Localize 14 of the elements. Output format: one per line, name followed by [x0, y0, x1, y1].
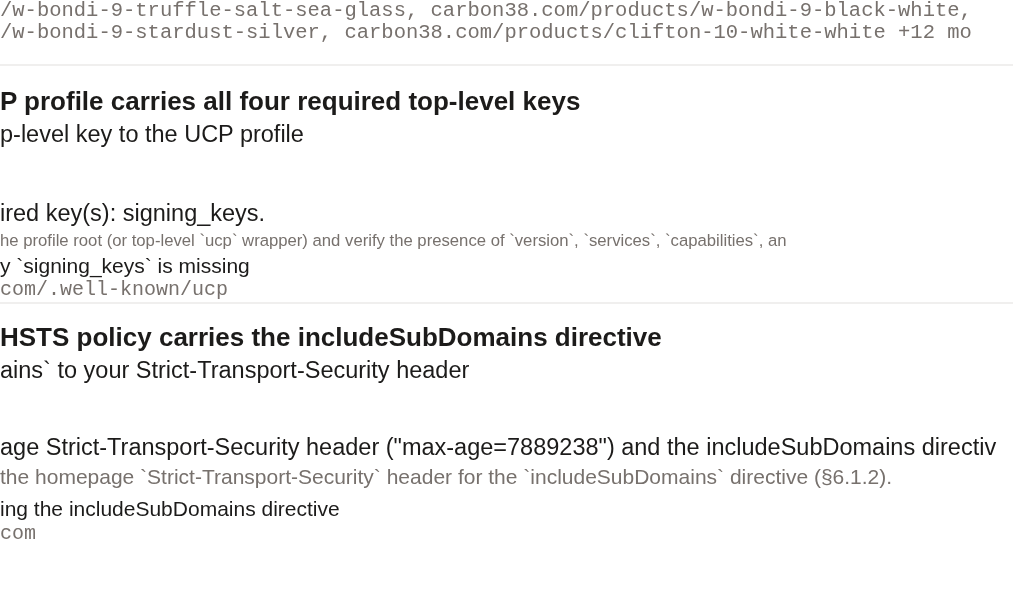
evidence-url-list: /w-bondi-9-stardust-silver, carbon38.com/products/clifton-10-white-white +12 mo — [0, 22, 1013, 44]
evidence-text: ing the includeSubDomains directive — [0, 496, 341, 522]
method-text: the homepage `Strict-Transport-Security` header for the `includeSubDomains` directive (§6.1.2). — [0, 464, 894, 490]
evidence-text: y `signing_keys` is missing — [0, 254, 251, 278]
fix-text: ains` to your Strict-Transport-Security header — [0, 356, 471, 385]
finding-text: age Strict-Transport-Security header ("max-age=7889238") and the includeSubDomains directiv — [0, 433, 998, 462]
fix-text: p-level key to the UCP profile — [0, 120, 305, 149]
location-url: com — [0, 522, 37, 546]
finding-text: ired key(s): signing_keys. — [0, 199, 267, 228]
evidence-url-list: /w-bondi-9-truffle-salt-sea-glass, carbon38.com/products/w-bondi-9-black-white, — [0, 0, 1013, 22]
location-url: com/.well-known/ucp — [0, 278, 230, 302]
method-text: he profile root (or top-level `ucp` wrapper) and verify the presence of `version`, `services`, `capabilities`, an — [0, 230, 788, 252]
check-title: P profile carries all four required top-level keys — [0, 85, 582, 117]
check-title: HSTS policy carries the includeSubDomains directive — [0, 321, 663, 353]
